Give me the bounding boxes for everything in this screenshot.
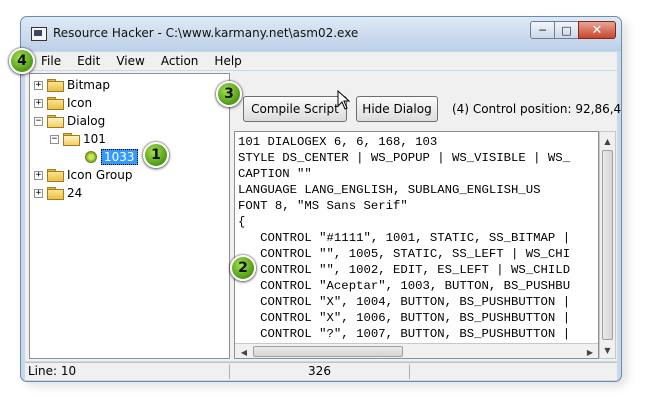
status-bar: Line: 10 326	[25, 362, 617, 380]
callout-badge-3: 3	[216, 81, 242, 107]
expand-icon[interactable]: +	[34, 98, 43, 108]
compile-script-button[interactable]: Compile Script	[243, 96, 347, 122]
code-line: STYLE DS_CENTER | WS_POPUP | WS_VISIBLE …	[238, 151, 571, 165]
collapse-icon[interactable]: −	[50, 134, 59, 144]
horizontal-scrollbar[interactable]: ◀ ▶	[235, 343, 598, 358]
tree-item-label: Dialog	[67, 114, 106, 128]
tree-item-icon[interactable]: + Icon	[34, 94, 92, 112]
menu-action[interactable]: Action	[153, 54, 207, 68]
folder-icon	[47, 169, 64, 182]
menu-help[interactable]: Help	[206, 54, 249, 68]
tree-item-1033[interactable]: 1033	[85, 148, 138, 166]
maximize-button[interactable]: □	[554, 21, 579, 39]
code-line: {	[238, 215, 246, 229]
code-line: CONTROL "?", 1007, BUTTON, BS_PUSHBUTTON…	[238, 327, 578, 341]
window-title: Resource Hacker - C:\www.karmany.net\asm…	[53, 26, 359, 40]
tree-item-24[interactable]: + 24	[34, 184, 82, 202]
code-line: CONTROL "#1111", 1001, STATIC, SS_BITMAP…	[238, 231, 578, 245]
open-folder-icon	[47, 115, 64, 128]
code-line: 101 DIALOGEX 6, 6, 168, 103	[238, 135, 438, 149]
callout-badge-4: 4	[9, 48, 35, 74]
close-button[interactable]: ✕	[578, 21, 616, 39]
scroll-left-icon[interactable]: ◀	[236, 344, 252, 358]
folder-icon	[47, 79, 64, 92]
expand-icon[interactable]: +	[34, 80, 43, 90]
code-line: LANGUAGE LANG_ENGLISH, SUBLANG_ENGLISH_U…	[238, 183, 541, 197]
tree-item-label: 101	[83, 132, 106, 146]
script-editor[interactable]: 101 DIALOGEX 6, 6, 168, 103 STYLE DS_CEN…	[234, 131, 617, 359]
resource-tree[interactable]: + Bitmap + Icon − Dialog − 101 1033 + Ic…	[29, 73, 230, 359]
menu-bar: File Edit View Action Help	[25, 52, 617, 70]
open-folder-icon	[63, 133, 80, 146]
client-area: + Bitmap + Icon − Dialog − 101 1033 + Ic…	[25, 71, 621, 361]
tree-item-dialog[interactable]: − Dialog	[34, 112, 105, 130]
tree-item-bitmap[interactable]: + Bitmap	[34, 76, 110, 94]
code-line: CONTROL "X", 1004, BUTTON, BS_PUSHBUTTON…	[238, 295, 578, 309]
callout-badge-1: 1	[143, 142, 169, 168]
vertical-scroll-thumb[interactable]	[602, 150, 613, 340]
minimize-button[interactable]: ─	[530, 21, 555, 39]
tree-item-label: Icon	[67, 96, 93, 110]
tree-item-label: Bitmap	[67, 78, 110, 92]
expand-icon[interactable]: +	[34, 170, 43, 180]
code-line: CONTROL "Aceptar", 1003, BUTTON, BS_PUSH…	[238, 279, 571, 293]
hide-dialog-button[interactable]: Hide Dialog	[356, 96, 438, 122]
menu-view[interactable]: View	[108, 54, 152, 68]
scroll-up-icon[interactable]: ▲	[600, 133, 615, 149]
app-icon	[31, 27, 47, 41]
app-window: Resource Hacker - C:\www.karmany.net\asm…	[20, 16, 622, 382]
code-line: CONTROL "", 1005, STATIC, SS_LEFT | WS_C…	[238, 247, 571, 261]
mouse-cursor-icon	[337, 90, 351, 110]
vertical-scrollbar[interactable]: ▲ ▼	[599, 131, 616, 359]
code-line: CONTROL "X", 1006, BUTTON, BS_PUSHBUTTON…	[238, 311, 578, 325]
scroll-right-icon[interactable]: ▶	[582, 344, 598, 358]
code-line: CONTROL "", 1002, EDIT, ES_LEFT | WS_CHI…	[238, 263, 571, 277]
folder-icon	[47, 187, 64, 200]
expand-icon[interactable]: +	[34, 188, 43, 198]
callout-badge-2: 2	[230, 255, 256, 281]
tree-item-101[interactable]: − 101	[50, 130, 106, 148]
collapse-icon[interactable]: −	[34, 116, 43, 126]
tree-item-icon-group[interactable]: + Icon Group	[34, 166, 132, 184]
scroll-down-icon[interactable]: ▼	[600, 342, 615, 358]
title-bar[interactable]: Resource Hacker - C:\www.karmany.net\asm…	[21, 17, 621, 51]
horizontal-scroll-thumb[interactable]	[253, 346, 403, 357]
menu-edit[interactable]: Edit	[69, 54, 108, 68]
control-position-text: (4) Control position: 92,86,48	[452, 102, 622, 116]
tree-item-label: 24	[67, 186, 83, 200]
status-line: Line: 10	[25, 364, 230, 379]
tree-item-label-selected: 1033	[101, 149, 138, 165]
code-area[interactable]: 101 DIALOGEX 6, 6, 168, 103 STYLE DS_CEN…	[234, 131, 599, 359]
status-position: 326	[230, 364, 410, 379]
resource-gear-icon	[85, 151, 97, 163]
tree-item-label: Icon Group	[67, 168, 133, 182]
code-line: CAPTION ""	[238, 167, 312, 181]
code-line: FONT 8, "MS Sans Serif"	[238, 199, 408, 213]
folder-icon	[47, 97, 64, 110]
